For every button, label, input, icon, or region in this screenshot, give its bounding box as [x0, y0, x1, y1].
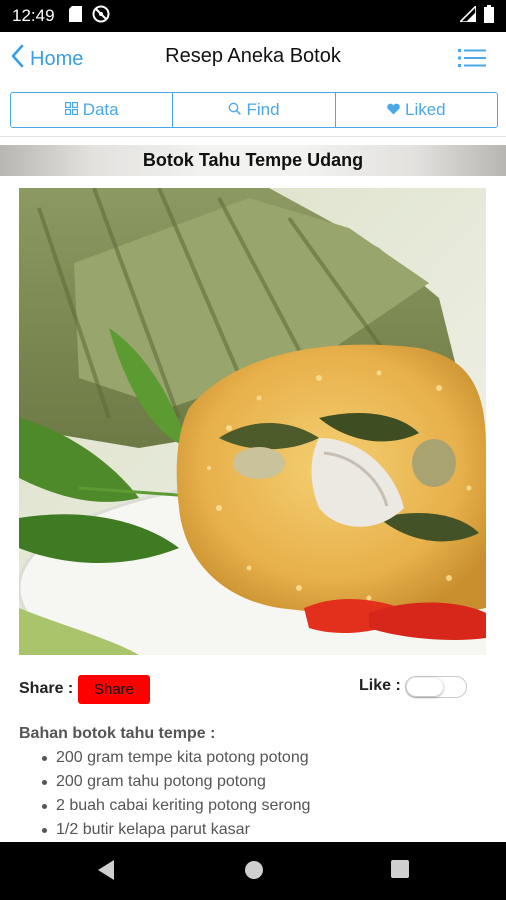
ingredient-item: 200 gram tahu potong potong [40, 770, 480, 794]
back-home-button[interactable]: Home [10, 44, 83, 74]
recipe-photo [19, 188, 486, 655]
search-icon [228, 100, 242, 120]
grid-icon [64, 100, 78, 120]
ingredients-list: 200 gram tempe kita potong potong 200 gr… [40, 746, 480, 842]
nav-recents-button[interactable] [390, 859, 410, 884]
recipe-title-bar: Botok Tahu Tempe Udang [0, 145, 506, 176]
status-bar: 12:49 [0, 0, 506, 32]
share-label: Share : [19, 680, 74, 697]
tab-find-label: Find [246, 100, 280, 119]
tab-data-label: Data [82, 100, 119, 119]
ingredients-heading: Bahan botok tahu tempe : [19, 725, 216, 742]
recents-square-icon [390, 860, 410, 883]
like-toggle[interactable] [405, 676, 467, 698]
back-triangle-icon [96, 860, 116, 885]
menu-button[interactable] [458, 48, 486, 73]
list-menu-icon [458, 49, 486, 72]
app-screen: 12:49 Home Resep Aneka Botok Data Find L… [0, 0, 506, 900]
like-label: Like : [359, 677, 401, 694]
status-time: 12:49 [12, 6, 55, 25]
ingredient-item: 200 gram tempe kita potong potong [40, 746, 480, 770]
tab-find[interactable]: Find [173, 93, 336, 127]
recipe-title: Botok Tahu Tempe Udang [142, 150, 364, 170]
tab-liked[interactable]: Liked [336, 93, 497, 127]
segmented-tabs: Data Find Liked [10, 92, 498, 128]
home-circle-icon [243, 861, 265, 885]
chevron-left-icon [10, 44, 30, 74]
like-toggle-knob [407, 678, 443, 696]
system-nav-bar [0, 842, 506, 900]
sd-card-icon [68, 5, 82, 27]
battery-icon [484, 4, 494, 28]
nav-home-button[interactable] [243, 859, 265, 886]
heart-icon [387, 100, 400, 120]
ingredient-item: 1/2 butir kelapa parut kasar [40, 818, 480, 842]
tabs-divider [0, 136, 506, 137]
app-header: Home Resep Aneka Botok [0, 32, 506, 84]
signal-icon [458, 3, 477, 27]
do-not-disturb-icon [92, 5, 110, 28]
back-label: Home [30, 47, 84, 70]
ingredient-item: 2 buah cabai keriting potong serong [40, 794, 480, 818]
tab-data[interactable]: Data [11, 93, 174, 127]
tab-liked-label: Liked [405, 100, 446, 119]
share-button[interactable]: Share [78, 675, 150, 704]
nav-back-button[interactable] [96, 859, 116, 886]
